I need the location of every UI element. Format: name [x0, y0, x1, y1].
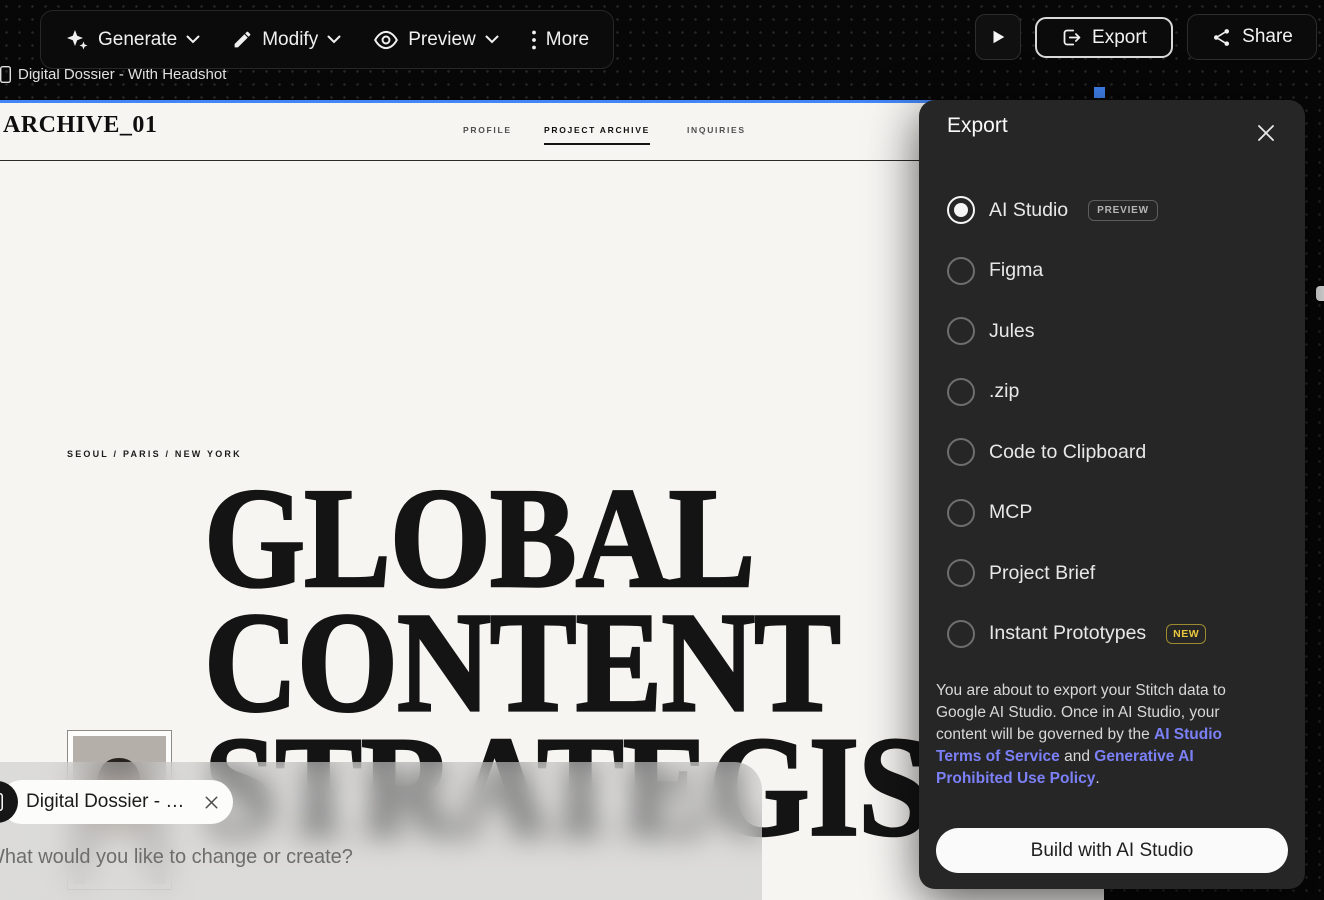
play-button[interactable] [975, 14, 1021, 60]
export-option-project-brief[interactable]: Project Brief [947, 543, 1277, 604]
export-button[interactable]: Export [1035, 17, 1173, 58]
play-icon [989, 28, 1007, 46]
nav-item-profile[interactable]: PROFILE [463, 125, 512, 135]
export-disclaimer: You are about to export your Stitch data… [936, 680, 1258, 790]
eye-icon [373, 27, 399, 53]
site-logo: ARCHIVE_01 [3, 112, 158, 138]
headline-line: CONTENT [203, 583, 842, 743]
export-option-label: Jules [989, 319, 1035, 342]
disclaimer-text: . [1095, 770, 1100, 787]
preview-label: Preview [408, 28, 476, 50]
radio-icon[interactable] [947, 377, 975, 406]
more-button[interactable]: More [515, 11, 605, 68]
radio-icon[interactable] [947, 619, 975, 648]
export-option-jules[interactable]: Jules [947, 301, 1277, 362]
export-options-list: AI Studio PREVIEW Figma Jules .zip Code to Cl… [947, 180, 1277, 664]
site-locations: SEOUL / PARIS / NEW YORK [67, 449, 242, 459]
export-button-label: Export [1092, 26, 1147, 48]
radio-icon[interactable] [947, 317, 975, 346]
scrollbar-thumb[interactable] [1316, 286, 1324, 301]
chip-close-icon[interactable] [204, 795, 219, 810]
headline-line: GLOBAL [203, 459, 757, 618]
chevron-down-icon [186, 35, 200, 44]
export-option-label: Instant Prototypes [989, 622, 1147, 645]
export-option-figma[interactable]: Figma [947, 241, 1277, 302]
radio-icon[interactable] [947, 256, 975, 285]
nav-item-project-archive[interactable]: PROJECT ARCHIVE [544, 125, 650, 145]
selection-handle[interactable] [1094, 87, 1105, 98]
modify-label: Modify [262, 28, 319, 50]
export-option-label: AI Studio [989, 198, 1069, 221]
nav-item-inquiries[interactable]: INQUIRIES [687, 125, 746, 135]
export-option-zip[interactable]: .zip [947, 362, 1277, 423]
export-option-label: .zip [989, 380, 1020, 403]
export-icon [1061, 27, 1082, 48]
radio-icon[interactable] [947, 498, 975, 527]
export-option-label: MCP [989, 501, 1033, 524]
toolbar-group: Generate Modify Preview More [40, 10, 615, 69]
pencil-icon [232, 29, 253, 50]
export-option-label: Figma [989, 259, 1044, 282]
badge-preview: PREVIEW [1088, 199, 1158, 221]
context-chip[interactable]: Digital Dossier - With Headshot [0, 780, 233, 824]
radio-icon[interactable] [947, 559, 975, 588]
export-panel: Export AI Studio PREVIEW Figma Jules .zip Cod… [919, 100, 1305, 889]
export-option-label: Project Brief [989, 561, 1096, 584]
export-option-code-to-clipboard[interactable]: Code to Clipboard [947, 422, 1277, 483]
radio-icon[interactable] [947, 438, 975, 467]
generate-label: Generate [98, 28, 178, 50]
chevron-down-icon [327, 35, 341, 44]
share-icon [1211, 27, 1232, 48]
sparkle-icon [65, 28, 89, 52]
chat-input[interactable]: What would you like to change or create? [0, 846, 353, 869]
generate-button[interactable]: Generate [49, 11, 216, 68]
export-option-mcp[interactable]: MCP [947, 483, 1277, 544]
share-button[interactable]: Share [1187, 14, 1317, 60]
export-option-label: Code to Clipboard [989, 440, 1147, 463]
more-label: More [545, 28, 590, 50]
badge-new: NEW [1166, 623, 1207, 644]
disclaimer-text: and [1059, 748, 1095, 765]
phone-icon [0, 66, 11, 83]
radio-icon[interactable] [947, 196, 975, 225]
export-option-ai-studio[interactable]: AI Studio PREVIEW [947, 180, 1277, 241]
kebab-menu-icon [531, 28, 537, 52]
preview-button[interactable]: Preview [357, 11, 515, 68]
close-icon[interactable] [1253, 120, 1279, 146]
chat-overlay: Digital Dossier - With Headshot What wou… [0, 762, 762, 900]
modify-button[interactable]: Modify [216, 11, 357, 68]
build-with-ai-studio-button[interactable]: Build with AI Studio [936, 828, 1288, 873]
share-button-label: Share [1242, 26, 1293, 47]
export-option-instant-prototypes[interactable]: Instant Prototypes NEW [947, 604, 1277, 665]
context-chip-label: Digital Dossier - With Headshot [26, 791, 196, 812]
export-panel-title: Export [947, 114, 1008, 137]
chevron-down-icon [485, 35, 499, 44]
